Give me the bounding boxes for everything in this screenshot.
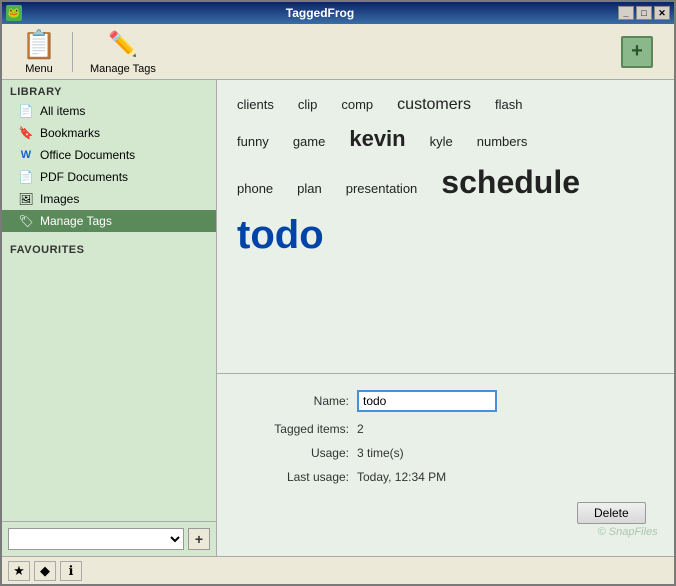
titlebar-controls: _ □ ✕ (618, 6, 674, 20)
manage-tags-label: Manage Tags (90, 63, 156, 75)
titlebar-left: 🐸 (2, 5, 22, 21)
tag-clip[interactable]: clip (298, 97, 318, 112)
statusbar-star-button[interactable]: ★ (8, 561, 30, 581)
sidebar-spacer (2, 258, 216, 521)
titlebar: 🐸 TaggedFrog _ □ ✕ (2, 2, 674, 24)
tag-game[interactable]: game (293, 134, 326, 149)
tag-funny[interactable]: funny (237, 134, 269, 149)
manage-tags-button[interactable]: ✏️ Manage Tags (77, 24, 169, 80)
pdf-label: PDF Documents (40, 170, 128, 184)
tags-panel: clients clip comp customers flash funny … (217, 80, 674, 556)
name-label: Name: (237, 394, 357, 408)
manage-tags-icon: ✏️ (107, 29, 139, 61)
statusbar-tag-button[interactable]: ◆ (34, 561, 56, 581)
menu-icon: 📋 (23, 29, 55, 61)
tag-presentation[interactable]: presentation (346, 181, 418, 196)
bookmarks-icon: 🔖 (18, 125, 34, 141)
tags-row-1: funny game kevin kyle numbers (237, 126, 666, 152)
tag-kevin[interactable]: kevin (349, 126, 405, 152)
tagged-items-label: Tagged items: (237, 422, 357, 436)
tag-schedule[interactable]: schedule (441, 164, 580, 201)
sidebar-item-pdf[interactable]: 📄 PDF Documents (2, 166, 216, 188)
tag-kyle[interactable]: kyle (430, 134, 453, 149)
menu-button[interactable]: 📋 Menu (10, 24, 68, 80)
app-icon: 🐸 (6, 5, 22, 21)
tags-row-2: phone plan presentation schedule (237, 164, 666, 201)
tag-comp[interactable]: comp (341, 97, 373, 112)
sidebar-item-managetags[interactable]: 🏷 Manage Tags (2, 210, 216, 232)
toolbar-separator (72, 32, 73, 72)
usage-row: Usage: 3 time(s) (237, 446, 666, 460)
tagged-items-value: 2 (357, 422, 364, 436)
usage-value: 3 time(s) (357, 446, 404, 460)
sidebar-dropdown[interactable] (8, 528, 184, 550)
delete-button[interactable]: Delete (577, 502, 646, 524)
last-usage-value: Today, 12:34 PM (357, 470, 446, 484)
images-label: Images (40, 192, 79, 206)
name-row: Name: (237, 390, 666, 412)
maximize-button[interactable]: □ (636, 6, 652, 20)
main-content: LIBRARY 📄 All items 🔖 Bookmarks W Office… (2, 80, 674, 556)
minimize-button[interactable]: _ (618, 6, 634, 20)
statusbar-info-button[interactable]: ℹ (60, 561, 82, 581)
main-window: 🐸 TaggedFrog _ □ ✕ 📋 Menu ✏️ Manage Tags… (0, 0, 676, 586)
last-usage-label: Last usage: (237, 470, 357, 484)
tag-plan[interactable]: plan (297, 181, 322, 196)
tags-row-3: todo (237, 213, 666, 258)
window-title: TaggedFrog (22, 6, 618, 20)
sidebar-item-images[interactable]: 🖼 Images (2, 188, 216, 210)
tags-row-0: clients clip comp customers flash (237, 96, 666, 114)
watermark: © SnapFiles (237, 524, 666, 540)
menu-label: Menu (25, 63, 53, 75)
last-usage-row: Last usage: Today, 12:34 PM (237, 470, 666, 484)
tagged-items-row: Tagged items: 2 (237, 422, 666, 436)
sidebar-item-allitems[interactable]: 📄 All items (2, 100, 216, 122)
tag-phone[interactable]: phone (237, 181, 273, 196)
sidebar-item-bookmarks[interactable]: 🔖 Bookmarks (2, 122, 216, 144)
office-label: Office Documents (40, 148, 135, 162)
favourites-section-label: FAVOURITES (2, 238, 216, 258)
allitems-label: All items (40, 104, 85, 118)
allitems-icon: 📄 (18, 103, 34, 119)
managetags-label: Manage Tags (40, 214, 112, 228)
tag-clients[interactable]: clients (237, 97, 274, 112)
usage-label: Usage: (237, 446, 357, 460)
tag-todo[interactable]: todo (237, 213, 324, 258)
tag-numbers[interactable]: numbers (477, 134, 528, 149)
bookmarks-label: Bookmarks (40, 126, 100, 140)
tag-flash[interactable]: flash (495, 97, 522, 112)
library-section-label: LIBRARY (2, 80, 216, 100)
pdf-icon: 📄 (18, 169, 34, 185)
sidebar: LIBRARY 📄 All items 🔖 Bookmarks W Office… (2, 80, 217, 556)
tags-cloud: clients clip comp customers flash funny … (217, 80, 674, 374)
add-button[interactable]: + (608, 31, 666, 73)
name-input[interactable] (357, 390, 497, 412)
sidebar-item-office[interactable]: W Office Documents (2, 144, 216, 166)
toolbar: 📋 Menu ✏️ Manage Tags + (2, 24, 674, 80)
statusbar: ★ ◆ ℹ (2, 556, 674, 584)
tag-customers[interactable]: customers (397, 96, 471, 114)
sidebar-bottom: + (2, 521, 216, 556)
add-icon: + (621, 36, 653, 68)
sidebar-add-button[interactable]: + (188, 528, 210, 550)
detail-panel: Name: Tagged items: 2 Usage: 3 time(s) L… (217, 374, 674, 556)
images-icon: 🖼 (18, 191, 34, 207)
watermark-text: SnapFiles (609, 526, 658, 538)
delete-row: Delete (237, 494, 666, 524)
managetags-icon: 🏷 (18, 213, 34, 229)
office-icon: W (18, 147, 34, 163)
close-button[interactable]: ✕ (654, 6, 670, 20)
